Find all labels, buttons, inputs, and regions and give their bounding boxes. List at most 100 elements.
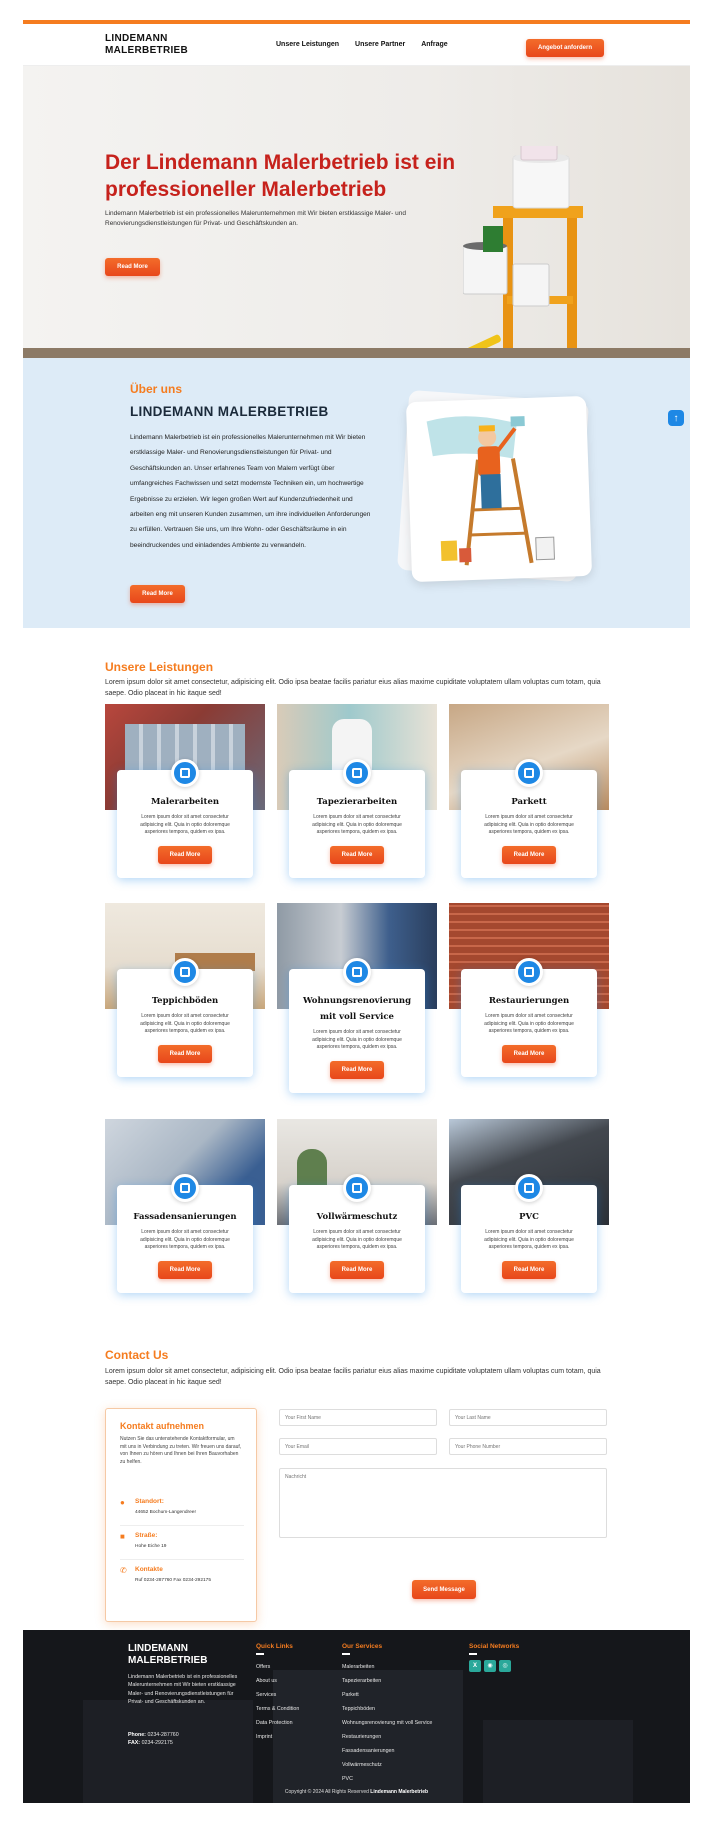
divider (120, 1559, 244, 1560)
nav-link-partner[interactable]: Unsere Partner (355, 41, 405, 48)
request-offer-button[interactable]: Angebot anfordern (526, 39, 604, 57)
x-twitter-icon[interactable]: X (469, 1659, 481, 1672)
logo-line-2: MALERBETRIEB (105, 45, 189, 56)
about-text: Lindemann Malerbetrieb ist ein professio… (130, 434, 371, 549)
footer-service-link[interactable]: Tapezierarbeiten (342, 1674, 432, 1688)
service-desc: Lorem ipsum dolor sit amet consectetur a… (140, 1229, 230, 1251)
contact-card-title: Kontakt aufnehmen (120, 1421, 205, 1431)
navbar: LINDEMANN MALERBETRIEB Unsere Leistungen … (23, 24, 690, 66)
service-card: Parkett Lorem ipsum dolor sit amet consec… (449, 704, 609, 879)
service-desc: Lorem ipsum dolor sit amet consectetur a… (312, 1229, 402, 1251)
hero-title: Der Lindemann Malerbetrieb ist ein profe… (105, 151, 456, 201)
location-label: Standort: (135, 1498, 164, 1505)
hero-read-more-button[interactable]: Read More (105, 258, 160, 276)
service-card: Tapezierarbeiten Lorem ipsum dolor sit am… (277, 704, 437, 879)
about-read-more-button[interactable]: Read More (130, 585, 185, 603)
footer-service-link[interactable]: Restaurierungen (342, 1730, 432, 1744)
footer-link-services[interactable]: Services (256, 1688, 299, 1702)
copyright-text: Copyright © 2024 All Rights Reserved (284, 1789, 369, 1795)
service-read-more-button[interactable]: Read More (158, 1044, 212, 1063)
instagram-icon[interactable]: ◎ (499, 1659, 511, 1672)
phone-icon: ✆ (120, 1566, 127, 1575)
hero-text: Lindemann Malerbetrieb ist ein professio… (105, 210, 406, 227)
send-message-button[interactable]: Send Message (412, 1580, 476, 1599)
social-networks-title: Social Networks (469, 1643, 520, 1650)
service-title: Wohnungsrenovierung mit voll Service (302, 996, 412, 1022)
footer-social: Social Networks X ◉ ◎ (469, 1643, 519, 1672)
service-card: Teppichböden Lorem ipsum dolor sit amet c… (105, 903, 265, 1078)
painter-illustration (426, 416, 555, 566)
service-desc: Lorem ipsum dolor sit amet consectetur a… (140, 1013, 230, 1035)
footer-service-link[interactable]: Parkett (342, 1688, 432, 1702)
service-card: Wohnungsrenovierung mit voll Service Lore… (277, 903, 437, 1093)
wallpaper-icon (343, 759, 371, 787)
footer-service-link[interactable]: Malerarbeiten (342, 1660, 432, 1674)
service-title: Fassadensanierungen (133, 1212, 237, 1222)
service-card: PVC Lorem ipsum dolor sit amet consectetu… (449, 1119, 609, 1294)
hero-floor (23, 348, 690, 358)
nav-link-anfrage[interactable]: Anfrage (421, 41, 447, 48)
parquet-icon (515, 759, 543, 787)
footer-link-terms[interactable]: Terms & Condition (256, 1702, 299, 1716)
service-read-more-button[interactable]: Read More (158, 1260, 212, 1279)
footer-link-imprint[interactable]: Imprint (256, 1730, 299, 1744)
first-name-input[interactable] (279, 1409, 437, 1426)
service-read-more-button[interactable]: Read More (330, 1260, 384, 1279)
building-icon (171, 759, 199, 787)
location-pin-icon: ● (120, 1498, 125, 1507)
logo[interactable]: LINDEMANN MALERBETRIEB (105, 33, 188, 57)
last-name-input[interactable] (449, 1409, 607, 1426)
service-read-more-button[interactable]: Read More (502, 845, 556, 864)
image-icon (343, 958, 371, 986)
service-card: Malerarbeiten Lorem ipsum dolor sit amet … (105, 704, 265, 879)
footer-service-link[interactable]: Teppichböden (342, 1702, 432, 1716)
mailbox-icon: ■ (120, 1532, 125, 1541)
about-illustration-card (405, 395, 593, 583)
footer-fax-label: FAX: (128, 1740, 141, 1747)
pvc-icon (515, 1174, 543, 1202)
footer-service-link[interactable]: Vollwärmeschutz (342, 1758, 432, 1772)
service-title: Vollwärmeschutz (316, 1212, 398, 1222)
service-desc: Lorem ipsum dolor sit amet consectetur a… (140, 814, 230, 836)
service-title: Tapezierarbeiten (316, 797, 398, 807)
service-desc: Lorem ipsum dolor sit amet consectetur a… (312, 814, 402, 836)
email-input[interactable] (279, 1438, 437, 1455)
footer-logo[interactable]: LINDEMANN MALERBETRIEB (128, 1643, 207, 1667)
about-kicker: Über uns (130, 382, 183, 396)
phone-input[interactable] (449, 1438, 607, 1455)
hero-section: Der Lindemann Malerbetrieb ist ein profe… (23, 66, 690, 358)
footer-service-link[interactable]: PVC (342, 1772, 432, 1786)
service-title: Teppichböden (151, 996, 219, 1006)
copyright: Copyright © 2024 All Rights Reserved Lin… (23, 1789, 690, 1795)
footer-service-link[interactable]: Wohnungsrenovierung mit voll Service (342, 1716, 432, 1730)
service-desc: Lorem ipsum dolor sit amet consectetur a… (484, 814, 574, 836)
footer-logo-line-2: MALERBETRIEB (128, 1655, 208, 1666)
service-read-more-button[interactable]: Read More (502, 1260, 556, 1279)
our-services-title: Our Services (342, 1643, 383, 1650)
footer-phone: 0234-287760 (147, 1732, 179, 1738)
contacts-label: Kontakte (135, 1566, 163, 1573)
scroll-to-top-button[interactable]: ↑ (668, 410, 684, 426)
service-title: Parkett (511, 797, 547, 807)
footer-link-about[interactable]: About us (256, 1674, 299, 1688)
footer-contact: Phone: 0234-287760 FAX: 0234-292175 (128, 1731, 179, 1748)
about-title: LINDEMANN MALERBETRIEB (130, 404, 329, 419)
footer-link-data-protection[interactable]: Data Protection (256, 1716, 299, 1730)
service-read-more-button[interactable]: Read More (502, 1044, 556, 1063)
street-label: Straße: (135, 1532, 158, 1539)
whatsapp-icon[interactable]: ◉ (484, 1659, 496, 1672)
arrow-up-icon: ↑ (673, 412, 679, 424)
footer-our-services: Our Services Malerarbeiten Tapezierarbei… (342, 1643, 432, 1786)
footer-link-offers[interactable]: Offers (256, 1660, 299, 1674)
service-read-more-button[interactable]: Read More (330, 845, 384, 864)
nav-link-leistungen[interactable]: Unsere Leistungen (276, 41, 339, 48)
message-textarea[interactable] (279, 1468, 607, 1538)
service-read-more-button[interactable]: Read More (330, 1060, 384, 1079)
service-read-more-button[interactable]: Read More (158, 845, 212, 864)
footer-phone-label: Phone: (128, 1732, 146, 1738)
footer-service-link[interactable]: Fassadensanierungen (342, 1744, 432, 1758)
divider (120, 1525, 244, 1526)
page: LINDEMANN MALERBETRIEB Unsere Leistungen … (23, 20, 690, 1803)
service-card: Fassadensanierungen Lorem ipsum dolor sit… (105, 1119, 265, 1294)
restoration-icon (515, 958, 543, 986)
